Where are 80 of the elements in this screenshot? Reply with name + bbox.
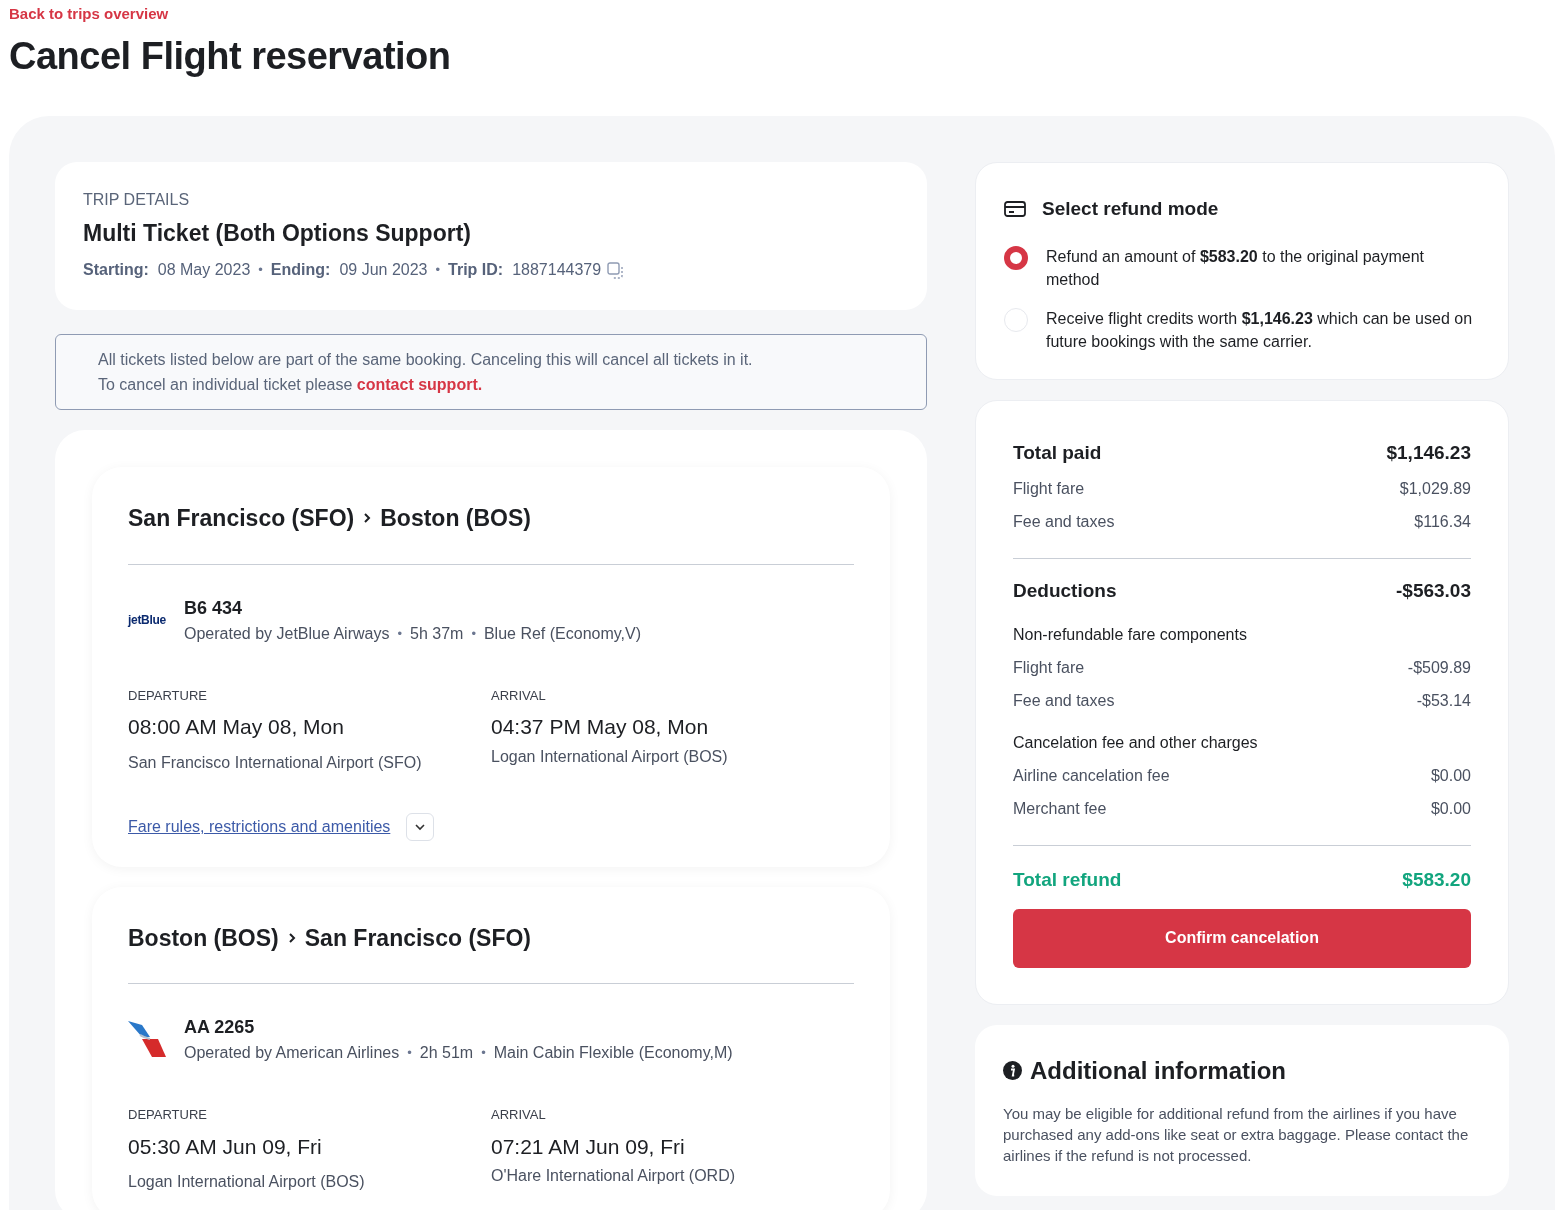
notice-text: All tickets listed below are part of the same booking. Canceling this will cancel all tickets in it. bbox=[98, 350, 754, 371]
separator-dot: • bbox=[481, 1044, 486, 1063]
fare-rules-link[interactable]: Fare rules, restrictions and amenities bbox=[128, 814, 391, 839]
line-amount: -$509.89 bbox=[1407, 658, 1471, 679]
line-amount: -$53.14 bbox=[1416, 691, 1471, 712]
airport-name: San Francisco International Airport (SFO) bbox=[128, 752, 423, 773]
flight-detail: 2h 51m bbox=[419, 1043, 474, 1064]
route-origin: San Francisco (SFO) bbox=[128, 504, 355, 534]
support-link[interactable]: contact support. bbox=[356, 376, 483, 394]
flight-detail: 5h 37m bbox=[410, 623, 464, 644]
radio-button[interactable] bbox=[1004, 246, 1028, 271]
meta-label: Ending: bbox=[270, 260, 331, 281]
route-destination: San Francisco (SFO) bbox=[304, 923, 531, 953]
flight-number: B6 434 bbox=[184, 596, 244, 620]
airline-logo: jetBlue bbox=[128, 612, 167, 630]
meta-label: Starting: bbox=[83, 260, 149, 281]
airport-name: O'Hare International Airport (ORD) bbox=[491, 1166, 737, 1187]
line-amount: $1,029.89 bbox=[1399, 478, 1471, 499]
meta-value: 1887144379 bbox=[512, 260, 602, 281]
group-title: Non-refundable fare components bbox=[1013, 625, 1248, 646]
trip-name: Multi Ticket (Both Options Support) bbox=[83, 218, 472, 248]
chevron-right-icon bbox=[362, 512, 373, 525]
meta-value: 08 May 2023 bbox=[157, 260, 251, 281]
notice-text: To cancel an individual ticket please contact support. bbox=[98, 375, 484, 396]
group-title: Cancelation fee and other charges bbox=[1013, 733, 1259, 754]
section-label: TRIP DETAILS bbox=[83, 189, 191, 210]
total-refund-label: Total refund bbox=[1013, 868, 1122, 893]
line-amount: $0.00 bbox=[1430, 766, 1471, 787]
option-text: Refund an amount of $583.20 to the original payment method bbox=[1045, 247, 1426, 291]
summary-amount: -$563.03 bbox=[1396, 578, 1471, 603]
chevron-down-icon bbox=[415, 822, 426, 831]
separator-dot: • bbox=[471, 624, 476, 643]
flight-detail: Blue Ref (Economy,V) bbox=[483, 623, 642, 644]
flight-detail: Main Cabin Flexible (Economy,M) bbox=[493, 1043, 733, 1064]
column-label: DEPARTURE bbox=[128, 1106, 208, 1125]
separator-dot: • bbox=[407, 1044, 412, 1063]
credit-card-icon bbox=[1004, 200, 1026, 217]
expand-button[interactable] bbox=[406, 812, 435, 841]
line-amount: $0.00 bbox=[1430, 799, 1471, 820]
info-icon bbox=[1003, 1061, 1022, 1081]
summary-amount: $1,146.23 bbox=[1386, 441, 1471, 466]
separator-dot: • bbox=[435, 261, 441, 280]
airport-name: Logan International Airport (BOS) bbox=[128, 1172, 366, 1193]
summary-heading: Total paid bbox=[1013, 441, 1102, 466]
column-label: DEPARTURE bbox=[128, 686, 208, 705]
info-text: You may be eligible for additional refund from the airlines if you have purchased any add-ons like seat or extra baggage. Please contact the airlines if the refund is not processed. bbox=[1003, 1103, 1470, 1166]
line-label: Fee and taxes bbox=[1013, 691, 1115, 712]
flight-time: 04:37 PM May 08, Mon bbox=[491, 714, 710, 741]
card-title: Select refund mode bbox=[1042, 196, 1219, 221]
summary-heading: Deductions bbox=[1013, 578, 1117, 603]
flight-time: 08:00 AM May 08, Mon bbox=[128, 714, 345, 741]
meta-label: Trip ID: bbox=[448, 260, 504, 281]
flight-number: AA 2265 bbox=[184, 1016, 256, 1040]
line-label: Airline cancelation fee bbox=[1013, 766, 1170, 787]
chevron-right-icon bbox=[286, 931, 297, 944]
line-label: Flight fare bbox=[1013, 478, 1085, 499]
back-link[interactable]: Back to trips overview bbox=[9, 5, 169, 22]
confirm-button[interactable]: Confirm cancelation bbox=[1013, 908, 1471, 968]
total-refund-amount: $583.20 bbox=[1402, 868, 1471, 893]
column-label: ARRIVAL bbox=[491, 686, 547, 705]
separator-dot: • bbox=[258, 261, 263, 280]
copy-icon[interactable] bbox=[607, 261, 625, 279]
separator-dot: • bbox=[397, 624, 402, 643]
meta-value: 09 Jun 2023 bbox=[339, 260, 428, 281]
column-label: ARRIVAL bbox=[491, 1106, 547, 1125]
line-label: Flight fare bbox=[1013, 658, 1085, 679]
flight-time: 07:21 AM Jun 09, Fri bbox=[491, 1133, 686, 1160]
flight-time: 05:30 AM Jun 09, Fri bbox=[128, 1133, 323, 1160]
line-label: Merchant fee bbox=[1013, 799, 1107, 820]
flight-detail: Operated by JetBlue Airways bbox=[184, 623, 390, 644]
card-title: Additional information bbox=[1030, 1055, 1286, 1086]
tail-logo-icon bbox=[128, 1020, 168, 1059]
option-text: Receive flight credits worth $1,146.23 which can be used on future bookings with the same carrier. bbox=[1045, 309, 1474, 353]
route-origin: Boston (BOS) bbox=[128, 923, 279, 953]
page-title: Cancel Flight reservation bbox=[9, 34, 452, 79]
route-destination: Boston (BOS) bbox=[380, 504, 531, 534]
airport-name: Logan International Airport (BOS) bbox=[491, 746, 729, 767]
flight-detail: Operated by American Airlines bbox=[184, 1043, 400, 1064]
line-label: Fee and taxes bbox=[1013, 511, 1115, 532]
line-amount: $116.34 bbox=[1414, 511, 1471, 532]
